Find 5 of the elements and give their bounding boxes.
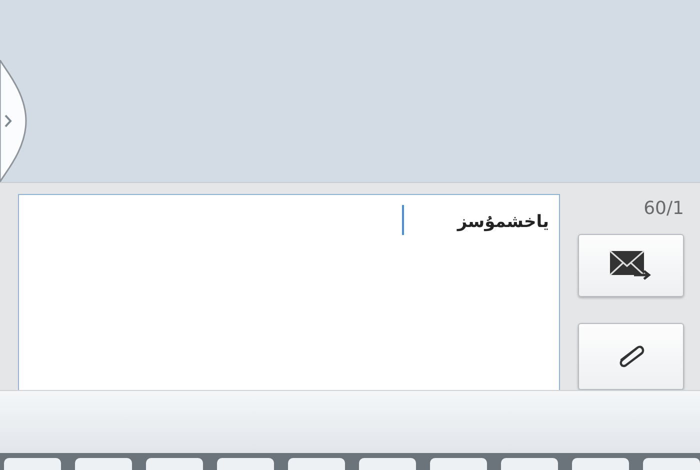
attach-button[interactable]: [578, 323, 684, 390]
chevron-right-icon: [4, 114, 12, 128]
message-input[interactable]: ياخشمۇسز: [18, 194, 560, 390]
character-counter: 60/1: [644, 198, 684, 221]
send-button[interactable]: [578, 234, 684, 298]
